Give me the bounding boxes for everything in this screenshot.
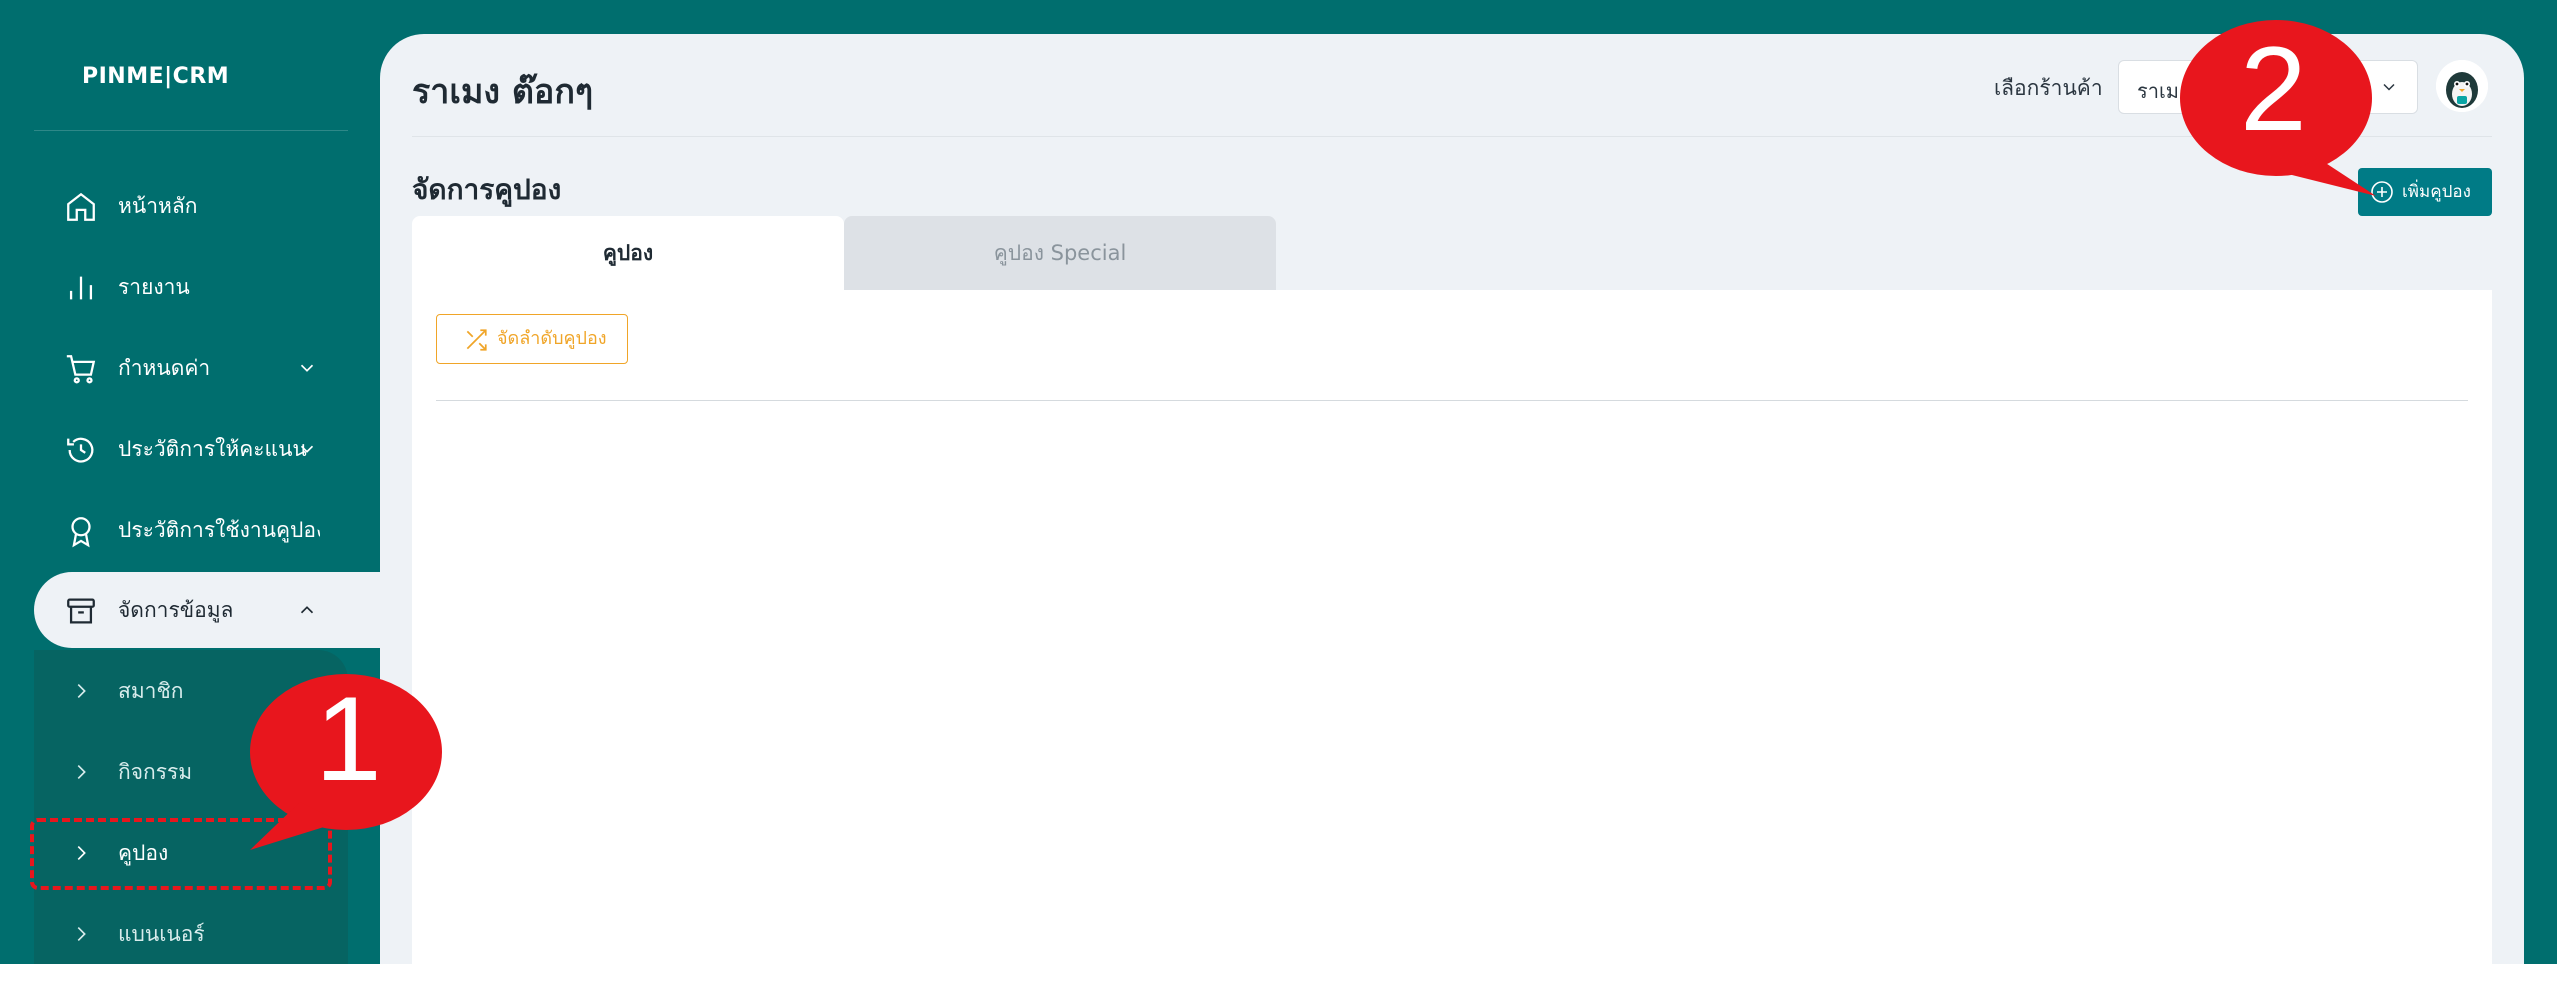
chevron-right-icon [77, 683, 86, 699]
app-logo: PINME|CRM [82, 64, 230, 89]
award-icon [71, 517, 91, 548]
sidebar-divider [34, 130, 348, 131]
submenu-item-label: กิจกรรม [118, 760, 193, 784]
sidebar-item-label: หน้าหลัก [118, 194, 198, 218]
shuffle-icon [466, 329, 487, 351]
sidebar-item-reports[interactable]: รายงาน [34, 249, 380, 325]
sort-coupons-button[interactable]: จัดลำดับคูปอง [436, 314, 628, 364]
annotation-callout-2-number: 2 [2240, 22, 2307, 156]
content-divider [436, 400, 2468, 401]
sidebar-item-home[interactable]: หน้าหลัก [34, 168, 380, 244]
sidebar-item-label: จัดการข้อมูล [118, 598, 234, 622]
home-icon [67, 192, 95, 221]
sidebar-item-label: ประวัติการใช้งานคูปอง [118, 518, 327, 542]
sidebar-curve [320, 520, 380, 580]
coupon-content-area: จัดลำดับคูปอง [412, 290, 2492, 964]
cart-icon [66, 355, 96, 384]
app-window: PINME|CRM หน้าหลัก รายงาน กำหนดค่า ประวั… [0, 0, 2557, 964]
chevron-up-icon [300, 606, 314, 614]
archive-icon [67, 598, 95, 624]
submenu-item-label: แบนเนอร์ [118, 922, 205, 946]
tab-coupons[interactable]: คูปอง [412, 216, 844, 290]
chevron-down-icon [2383, 83, 2395, 91]
sidebar-item-settings[interactable]: กำหนดค่า [34, 330, 380, 406]
sidebar-item-points-history[interactable]: ประวัติการให้คะแนน [34, 411, 380, 487]
chevron-down-icon [300, 364, 314, 372]
add-coupon-button[interactable]: เพิ่มคูปอง [2358, 168, 2492, 216]
chevron-right-icon [77, 764, 86, 780]
submenu-item-label: สมาชิก [118, 679, 184, 703]
store-select-label: เลือกร้านค้า [1994, 76, 2103, 100]
chevron-down-icon [300, 445, 314, 453]
sidebar-item-label: กำหนดค่า [118, 356, 211, 380]
tab-special-coupons[interactable]: คูปอง Special [844, 216, 1276, 290]
page-title: ราเมง ต๊อกๆ [412, 72, 594, 112]
sidebar-item-data-management[interactable]: จัดการข้อมูล [34, 572, 394, 648]
chevron-right-icon [77, 926, 86, 942]
sort-coupons-label: จัดลำดับคูปอง [497, 328, 607, 349]
submenu-item-banners[interactable]: แบนเนอร์ [34, 896, 348, 964]
add-coupon-label: เพิ่มคูปอง [2402, 182, 2471, 202]
bar-chart-icon [69, 276, 93, 300]
penguin-avatar-icon [2436, 60, 2488, 112]
section-title: จัดการคูปอง [412, 173, 562, 206]
sidebar-item-label: รายงาน [118, 275, 190, 299]
avatar[interactable] [2436, 60, 2488, 112]
annotation-callout-1-number: 1 [315, 672, 382, 806]
history-icon [67, 437, 94, 463]
sidebar-item-label: ประวัติการให้คะแนน [118, 437, 307, 461]
